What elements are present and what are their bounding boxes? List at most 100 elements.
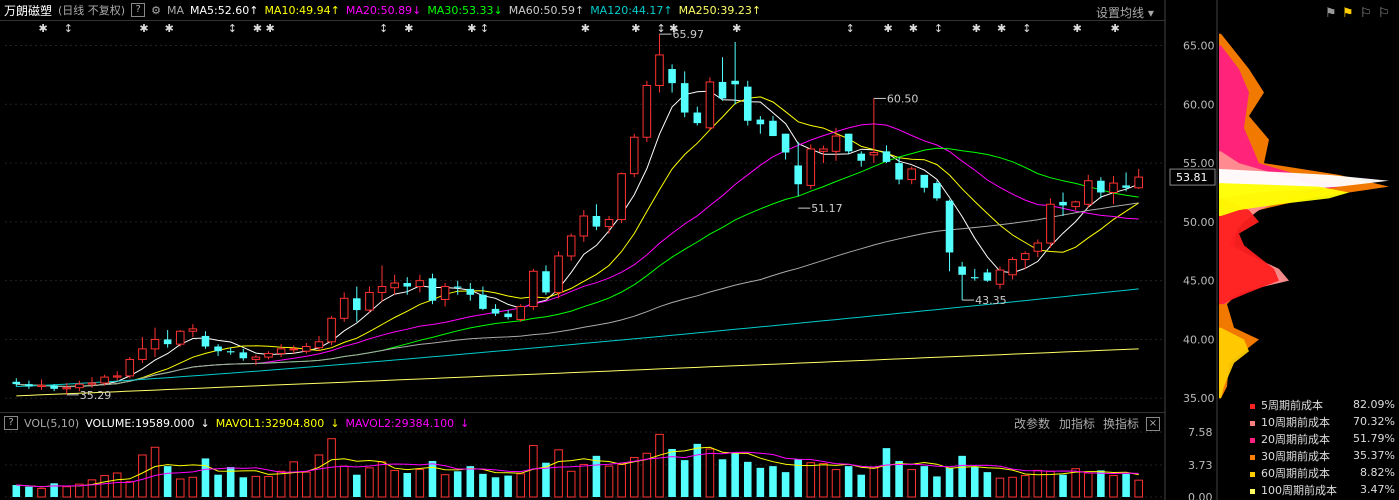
candlestick-chart[interactable]: 7.58 3.73 0.00 65.00 60.00 55.00 50.00 45.00 40… — [0, 0, 1399, 500]
volume-bar — [1122, 473, 1130, 497]
candle-body — [769, 120, 777, 137]
volume-bar — [428, 460, 437, 497]
candle-body — [440, 286, 450, 300]
event-marker-icon: ✱ — [467, 22, 476, 35]
candle-body — [566, 235, 576, 257]
mavol2-line — [16, 451, 1139, 488]
candle-body — [579, 215, 589, 237]
volume-bar — [958, 455, 966, 497]
cost-legend: 5周期前成本 82.09% 10周期前成本 70.32% 20周期前成本 51.79% 30… — [1250, 396, 1395, 498]
candle-body — [617, 173, 626, 221]
volume-bar — [1020, 475, 1030, 498]
vol-tick: 3.73 — [1188, 459, 1213, 472]
cost-legend-label: 100周期前成本 — [1250, 482, 1337, 498]
volume-bar — [25, 486, 33, 497]
volume-bar — [289, 461, 299, 498]
volume-bar — [264, 475, 273, 498]
volume-bar — [592, 455, 601, 497]
candle-body — [138, 348, 147, 360]
cost-legend-label: 20周期前成本 — [1250, 431, 1330, 447]
candle-body — [1134, 176, 1143, 189]
volume-bar — [907, 469, 916, 498]
candle-body — [705, 81, 715, 129]
candle-body — [226, 351, 235, 353]
candle-body — [12, 381, 21, 385]
volume-bar — [579, 463, 589, 498]
cost-legend-row: 100周期前成本 3.47% — [1250, 481, 1395, 498]
candle-body — [453, 286, 462, 288]
event-marker-icon: ↕ — [64, 22, 73, 35]
volume-bar — [353, 474, 361, 497]
candle-body — [75, 383, 84, 389]
candle-body — [62, 387, 72, 390]
volume-bar — [743, 461, 752, 497]
volume-bar — [1059, 474, 1067, 497]
volume-bar — [629, 457, 639, 498]
event-marker-icon: ↕ — [480, 22, 489, 35]
candle-body — [806, 148, 816, 186]
volume-bar — [781, 472, 790, 497]
cost-distribution-profile — [1219, 33, 1389, 399]
volume-bar — [1046, 470, 1055, 498]
candle-body — [882, 151, 891, 162]
candle-body — [188, 328, 198, 332]
volume-bar — [37, 487, 46, 498]
annotation-low3: 43.35 — [975, 294, 1007, 307]
candle-body — [655, 54, 664, 86]
ma30-line — [16, 147, 1139, 388]
candle-body — [857, 153, 866, 161]
candle-body — [100, 376, 109, 384]
candle-body — [604, 219, 614, 228]
event-marker-icon: ✱ — [1110, 22, 1119, 35]
event-marker-icon: ✱ — [909, 22, 918, 35]
volume-bar — [718, 459, 727, 497]
cost-legend-row: 30周期前成本 35.37% — [1250, 447, 1395, 464]
event-marker-icon: ✱ — [997, 22, 1006, 35]
volume-bar — [339, 465, 349, 498]
annotation-low2: 51.17 — [811, 202, 843, 215]
volume-bar — [390, 469, 399, 498]
volume-bar — [983, 472, 992, 497]
candle-body — [403, 283, 412, 287]
volume-bar — [440, 474, 450, 498]
volume-bars: 7.58 3.73 0.00 — [5, 426, 1213, 500]
volume-bar — [844, 466, 853, 497]
candle-body — [844, 133, 853, 152]
cost-legend-row: 10周期前成本 70.32% — [1250, 413, 1395, 430]
volume-bar — [995, 477, 1005, 498]
volume-bar — [705, 448, 715, 498]
volume-bar — [188, 476, 198, 498]
candles — [12, 34, 1143, 395]
vol-tick: 7.58 — [1188, 426, 1213, 439]
cost-legend-text: 20周期前成本 — [1261, 432, 1330, 446]
candle-body — [201, 335, 210, 347]
volume-bar — [869, 467, 879, 498]
candle-body — [415, 280, 425, 288]
candle-body — [87, 382, 97, 385]
price-tick: 35.00 — [1183, 392, 1215, 405]
volume-bar — [214, 474, 222, 497]
volume-bar — [882, 448, 891, 497]
candle-body — [466, 288, 475, 295]
candle-body — [895, 163, 903, 180]
price-axis: 65.00 60.00 55.00 50.00 45.00 40.00 35.00 53.81 — [1169, 40, 1216, 405]
volume-bar — [895, 460, 903, 497]
candle-body — [781, 133, 790, 153]
candle-body — [642, 84, 652, 138]
volume-bar — [377, 461, 387, 498]
volume-bar — [138, 454, 147, 498]
volume-bar — [566, 470, 576, 498]
candle-body — [592, 216, 601, 227]
volume-bar — [201, 458, 210, 497]
candle-body — [554, 255, 563, 293]
event-marker-icon: ✱ — [669, 22, 678, 35]
volume-bar — [125, 481, 135, 498]
cost-profile — [1219, 198, 1279, 305]
volume-bar — [1008, 476, 1017, 498]
cost-legend-value: 8.82% — [1360, 466, 1395, 479]
candle-body — [504, 313, 512, 318]
candle-body — [276, 348, 286, 355]
price-tick: 65.00 — [1183, 40, 1215, 53]
event-marker-icon: ↕ — [379, 22, 388, 35]
current-price-label: 53.81 — [1176, 171, 1208, 184]
